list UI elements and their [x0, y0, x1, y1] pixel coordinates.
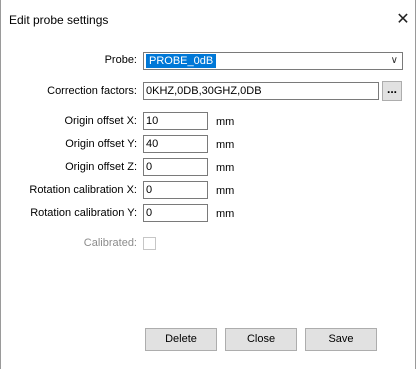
origin-offset-x-field[interactable]: 10	[143, 112, 208, 130]
rotation-calibration-y-field[interactable]: 0	[143, 204, 208, 222]
origin-offset-y-field[interactable]: 40	[143, 135, 208, 153]
dialog-body: Probe: PROBE_0dB ∨ Correction factors: 0…	[1, 39, 415, 369]
rotation-calibration-y-label: Rotation calibration Y:	[30, 207, 137, 219]
calibrated-label: Calibrated:	[83, 237, 137, 249]
probe-select[interactable]: PROBE_0dB ∨	[143, 52, 403, 70]
origin-offset-z-field[interactable]: 0	[143, 158, 208, 176]
rotation-calibration-x-field[interactable]: 0	[143, 181, 208, 199]
chevron-down-icon: ∨	[390, 55, 398, 66]
origin-offset-x-label: Origin offset X:	[64, 115, 137, 127]
close-button[interactable]: Close	[225, 328, 297, 351]
save-button[interactable]: Save	[305, 328, 377, 351]
edit-probe-dialog: Edit probe settings ✕ Probe: PROBE_0dB ∨…	[0, 0, 416, 369]
origin-offset-y-label: Origin offset Y:	[65, 138, 137, 150]
origin-offset-z-label: Origin offset Z:	[65, 161, 137, 173]
title-bar[interactable]: Edit probe settings ✕	[1, 0, 415, 39]
rotation-calibration-x-label: Rotation calibration X:	[29, 184, 137, 196]
delete-button[interactable]: Delete	[145, 328, 217, 351]
correction-factors-label: Correction factors:	[47, 85, 137, 97]
probe-selected-value: PROBE_0dB	[146, 54, 217, 68]
origin-offset-y-unit: mm	[216, 139, 235, 151]
probe-label: Probe:	[104, 54, 137, 66]
correction-factors-field[interactable]: 0KHZ,0DB,30GHZ,0DB	[143, 82, 379, 100]
origin-offset-z-unit: mm	[216, 162, 235, 174]
browse-correction-button[interactable]: ...	[382, 81, 402, 101]
close-icon[interactable]: ✕	[393, 9, 413, 29]
calibrated-checkbox[interactable]	[143, 237, 156, 250]
rotation-calibration-x-unit: mm	[216, 185, 235, 197]
rotation-calibration-y-unit: mm	[216, 208, 235, 220]
window-title: Edit probe settings	[9, 13, 109, 27]
origin-offset-x-unit: mm	[216, 116, 235, 128]
